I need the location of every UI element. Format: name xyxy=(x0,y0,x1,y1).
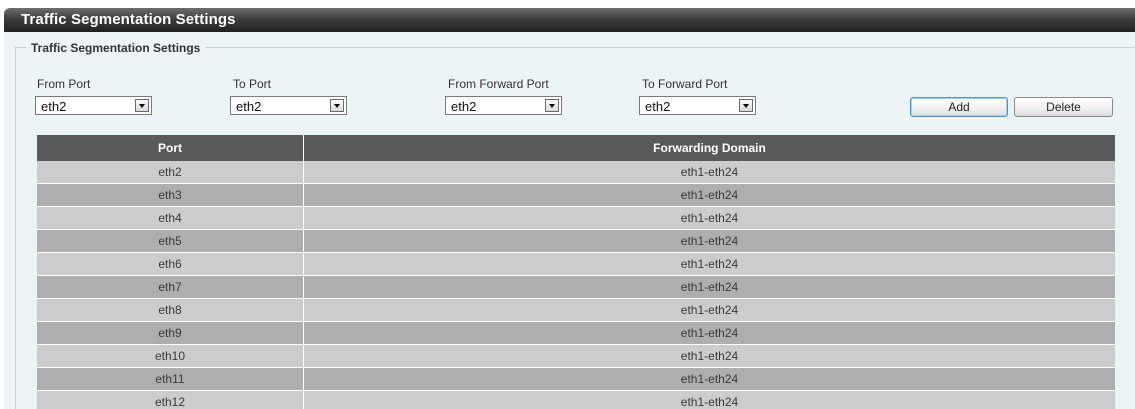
forwarding-domain-cell: eth1-eth24 xyxy=(680,234,739,248)
port-cell: eth4 xyxy=(37,207,304,229)
forwarding-domain-cell: eth1-eth24 xyxy=(680,188,739,202)
table-row: eth12 eth1-eth24 xyxy=(37,391,1115,409)
page-title: Traffic Segmentation Settings xyxy=(21,11,236,28)
table-row: eth8 eth1-eth24 xyxy=(37,299,1115,322)
port-cell: eth10 xyxy=(37,345,304,367)
segmentation-table: Port Forwarding Domain eth2 eth1-eth24 e… xyxy=(37,135,1115,409)
port-cell: eth8 xyxy=(37,299,304,321)
from-port-select[interactable]: eth2 xyxy=(35,96,152,115)
from-port-label: From Port xyxy=(37,77,91,91)
from-forward-port-select[interactable]: eth2 xyxy=(445,96,562,115)
chevron-down-icon[interactable] xyxy=(739,99,753,112)
table-row: eth10 eth1-eth24 xyxy=(37,345,1115,368)
from-port-value: eth2 xyxy=(41,99,67,114)
from-forward-port-value: eth2 xyxy=(451,99,477,114)
add-button[interactable]: Add xyxy=(910,97,1008,117)
table-row: eth9 eth1-eth24 xyxy=(37,322,1115,345)
forwarding-domain-cell: eth1-eth24 xyxy=(680,372,739,386)
fieldset-legend: Traffic Segmentation Settings xyxy=(26,41,206,55)
content-area: Traffic Segmentation Settings From Port … xyxy=(4,32,1135,409)
from-forward-port-label: From Forward Port xyxy=(448,77,549,91)
chevron-down-icon[interactable] xyxy=(135,99,149,112)
port-cell: eth2 xyxy=(37,161,304,183)
forwarding-domain-cell: eth1-eth24 xyxy=(680,395,739,409)
column-header-forwarding-domain: Forwarding Domain xyxy=(653,141,766,155)
to-forward-port-label: To Forward Port xyxy=(642,77,728,91)
to-port-select[interactable]: eth2 xyxy=(230,96,347,115)
table-row: eth4 eth1-eth24 xyxy=(37,207,1115,230)
to-forward-port-select[interactable]: eth2 xyxy=(639,96,756,115)
port-cell: eth3 xyxy=(37,184,304,206)
title-bar: Traffic Segmentation Settings xyxy=(4,8,1135,32)
column-header-port: Port xyxy=(37,135,304,161)
forwarding-domain-cell: eth1-eth24 xyxy=(680,257,739,271)
forwarding-domain-cell: eth1-eth24 xyxy=(680,280,739,294)
table-row: eth6 eth1-eth24 xyxy=(37,253,1115,276)
table-row: eth2 eth1-eth24 xyxy=(37,161,1115,184)
forwarding-domain-cell: eth1-eth24 xyxy=(680,303,739,317)
to-forward-port-value: eth2 xyxy=(645,99,671,114)
port-cell: eth5 xyxy=(37,230,304,252)
forwarding-domain-cell: eth1-eth24 xyxy=(680,349,739,363)
table-row: eth7 eth1-eth24 xyxy=(37,276,1115,299)
port-cell: eth7 xyxy=(37,276,304,298)
chevron-down-icon[interactable] xyxy=(330,99,344,112)
port-cell: eth9 xyxy=(37,322,304,344)
port-cell: eth12 xyxy=(37,391,304,409)
to-port-value: eth2 xyxy=(236,99,262,114)
page: Traffic Segmentation Settings Traffic Se… xyxy=(0,0,1135,409)
port-cell: eth11 xyxy=(37,368,304,390)
table-header: Port Forwarding Domain xyxy=(37,135,1115,161)
chevron-down-icon[interactable] xyxy=(545,99,559,112)
to-port-label: To Port xyxy=(233,77,272,91)
forwarding-domain-cell: eth1-eth24 xyxy=(680,165,739,179)
table-row: eth5 eth1-eth24 xyxy=(37,230,1115,253)
table-row: eth11 eth1-eth24 xyxy=(37,368,1115,391)
port-cell: eth6 xyxy=(37,253,304,275)
delete-button[interactable]: Delete xyxy=(1014,97,1113,117)
forwarding-domain-cell: eth1-eth24 xyxy=(680,211,739,225)
table-row: eth3 eth1-eth24 xyxy=(37,184,1115,207)
forwarding-domain-cell: eth1-eth24 xyxy=(680,326,739,340)
